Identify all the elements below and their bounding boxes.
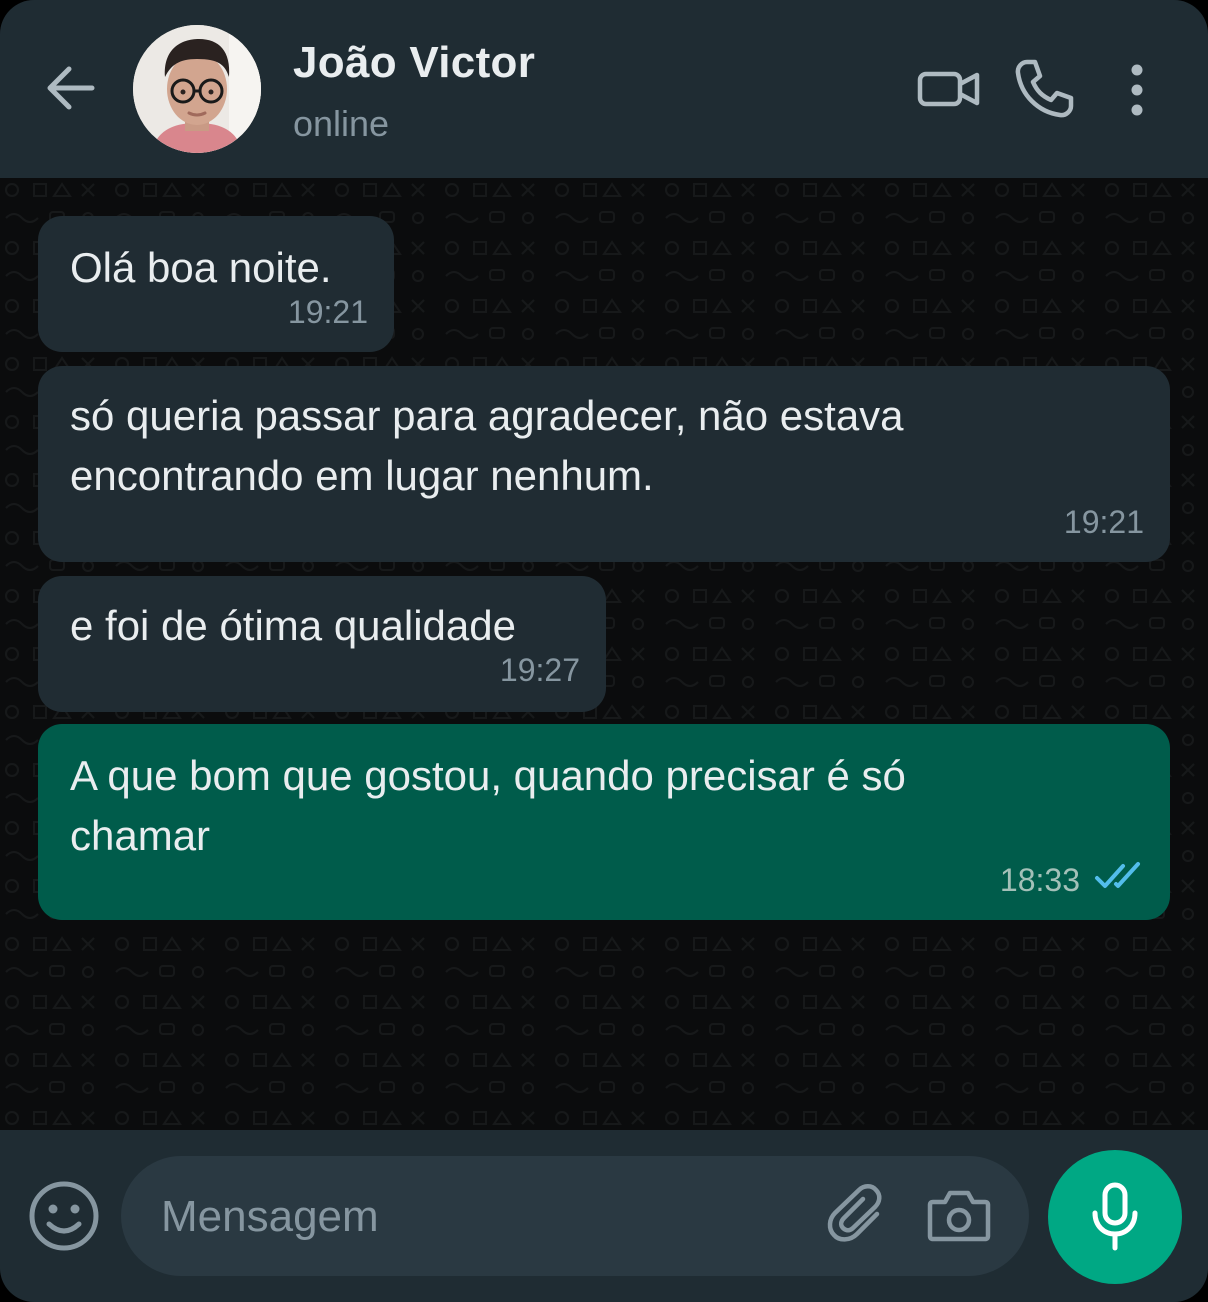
- contact-name[interactable]: João Victor: [293, 38, 535, 88]
- back-arrow-icon[interactable]: [40, 58, 100, 118]
- microphone-icon: [1092, 1182, 1138, 1251]
- avatar[interactable]: [133, 25, 261, 153]
- message-time: 18:33: [999, 862, 1080, 898]
- video-call-icon[interactable]: [912, 58, 986, 120]
- message-bubble-incoming[interactable]: e foi de ótima qualidade 19:27: [38, 576, 606, 712]
- message-text: e foi de ótima qualidade: [70, 602, 516, 649]
- emoji-icon[interactable]: [28, 1180, 100, 1252]
- chat-header: João Victor online: [0, 0, 1208, 178]
- voice-call-icon[interactable]: [1008, 55, 1080, 123]
- message-text-line: A que bom que gostou, quando precisar é …: [70, 752, 906, 799]
- message-time: 19:21: [1063, 504, 1144, 540]
- attach-icon[interactable]: [827, 1184, 891, 1248]
- double-check-read-icon: [1094, 860, 1142, 897]
- microphone-button[interactable]: [1048, 1150, 1182, 1284]
- message-bubble-outgoing[interactable]: A que bom que gostou, quando precisar é …: [38, 724, 1170, 920]
- more-options-icon[interactable]: [1115, 58, 1159, 122]
- message-text: Olá boa noite.: [70, 244, 332, 291]
- message-time: 19:21: [287, 294, 368, 330]
- chat-screen: João Victor online Olá boa noite. 19:21 …: [0, 0, 1208, 1302]
- message-input[interactable]: [159, 1180, 803, 1254]
- message-text-line: só queria passar para agradecer, não est…: [70, 392, 904, 439]
- composer-bar: [0, 1130, 1208, 1302]
- message-input-container[interactable]: [121, 1156, 1029, 1276]
- contact-status: online: [293, 103, 390, 144]
- message-text-line: chamar: [70, 812, 211, 859]
- message-bubble-incoming[interactable]: só queria passar para agradecer, não est…: [38, 366, 1170, 562]
- message-text-line: encontrando em lugar nenhum.: [70, 452, 654, 499]
- camera-icon[interactable]: [927, 1186, 991, 1246]
- message-bubble-incoming[interactable]: Olá boa noite. 19:21: [38, 216, 394, 352]
- message-list[interactable]: Olá boa noite. 19:21 só queria passar pa…: [0, 178, 1208, 1130]
- message-time: 19:27: [499, 652, 580, 688]
